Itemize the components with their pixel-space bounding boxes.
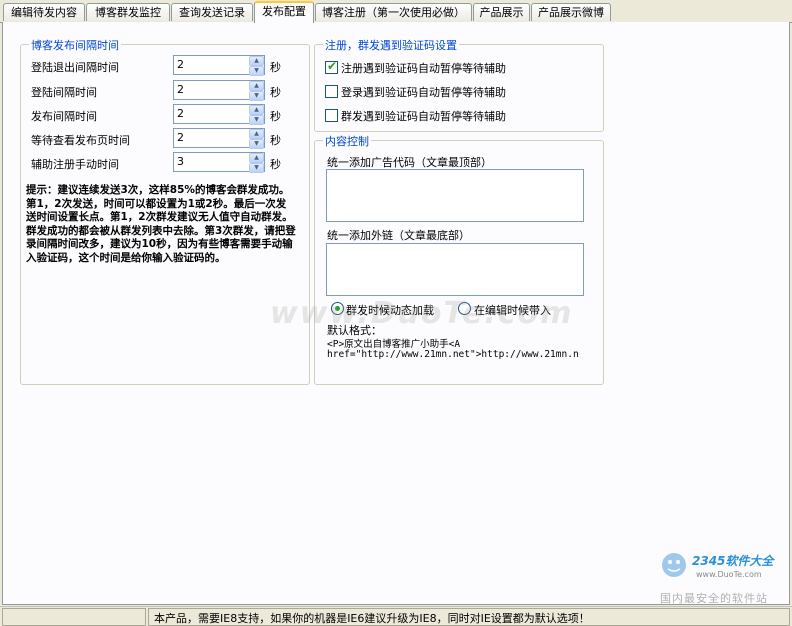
spin-up-icon[interactable]: ▲ [249,81,264,91]
brand-url: www.DuoTe.com [696,570,762,579]
interval-label-logout: 登陆退出间隔时间 [31,61,119,74]
captcha-group-title: 注册，群发遇到验证码设置 [323,37,459,53]
ad-code-label: 统一添加广告代码（文章最顶部） [327,156,492,169]
interval-spinner-logout[interactable]: 2 ▲ ▼ [173,55,265,76]
interval-spinner-value: 2 [177,131,184,144]
interval-label-publish: 发布间隔时间 [31,110,97,123]
spin-down-icon[interactable]: ▼ [249,66,264,76]
captcha-register-label[interactable]: 注册遇到验证码自动暂停等待辅助 [341,60,506,76]
interval-group-title: 博客发布间隔时间 [29,37,121,53]
captcha-login-checkbox[interactable] [325,85,338,98]
status-message: 本产品，需要IE8支持，如果你的机器是IE6建议升级为IE8，同时对IE设置都为… [154,612,590,625]
brand-logo: 2345软件大全 www.DuoTe.com 国内最安全的软件站 [652,548,792,605]
tab-monitor[interactable]: 博客群发监控 [86,3,170,21]
spin-up-icon[interactable]: ▲ [249,153,264,163]
status-bar: 本产品，需要IE8支持，如果你的机器是IE6建议升级为IE8，同时对IE设置都为… [0,606,792,626]
captcha-broadcast-checkbox[interactable] [325,109,338,122]
interval-spinner-value: 2 [177,58,184,71]
tab-publish-config[interactable]: 发布配置 [254,1,314,23]
interval-spinner-value: 3 [177,155,184,168]
tab-send-records[interactable]: 查询发送记录 [171,3,253,21]
watermark: www.DuoTe.com [270,296,574,331]
tab-edit-content[interactable]: 编辑待发内容 [3,3,85,21]
brand-slogan: 国内最安全的软件站 [660,592,768,605]
interval-spinner-login[interactable]: 2 ▲ ▼ [173,80,265,101]
spin-down-icon[interactable]: ▼ [249,139,264,149]
interval-spinner-value: 2 [177,83,184,96]
interval-tip-text: 提示：建议连续发送3次，这样85%的博客会群发成功。第1，2次发送，时间可以都设… [26,184,296,264]
mascot-icon [662,553,686,577]
interval-label-login: 登陆间隔时间 [31,86,97,99]
spin-up-icon[interactable]: ▲ [249,56,264,66]
spin-down-icon[interactable]: ▼ [249,91,264,101]
interval-spinner-value: 2 [177,107,184,120]
tab-products-weibo[interactable]: 产品展示微博 [531,3,611,21]
interval-spinner-register-manual[interactable]: 3 ▲ ▼ [173,152,265,173]
status-cell-message: 本产品，需要IE8支持，如果你的机器是IE6建议升级为IE8，同时对IE设置都为… [148,608,790,626]
spin-up-icon[interactable]: ▲ [249,105,264,115]
status-cell-empty [2,608,146,626]
outlink-label: 统一添加外链（文章最底部） [327,229,470,242]
checkmark-icon: ✔ [327,59,338,73]
content-group-title: 内容控制 [323,133,371,149]
spin-down-icon[interactable]: ▼ [249,163,264,173]
interval-spinner-publish[interactable]: 2 ▲ ▼ [173,104,265,125]
spin-down-icon[interactable]: ▼ [249,115,264,125]
default-format-line-1: <P>原文出自博客推广小助手<A [327,339,461,350]
captcha-broadcast-label[interactable]: 群发遇到验证码自动暂停等待辅助 [341,108,506,124]
spin-up-icon[interactable]: ▲ [249,129,264,139]
unit-label: 秒 [270,86,281,99]
brand-name: 2345软件大全 [692,554,774,568]
default-format-line-2: href="http://www.21mn.net">http://www.21… [327,349,579,360]
unit-label: 秒 [270,134,281,147]
tab-blog-register[interactable]: 博客注册（第一次使用必做） [315,3,472,21]
interval-spinner-wait-view[interactable]: 2 ▲ ▼ [173,128,265,149]
ad-code-textarea[interactable] [326,169,584,222]
captcha-login-label[interactable]: 登录遇到验证码自动暂停等待辅助 [341,84,506,100]
captcha-register-checkbox[interactable]: ✔ [325,59,338,74]
unit-label: 秒 [270,61,281,74]
tab-bar: 编辑待发内容 博客群发监控 查询发送记录 发布配置 博客注册（第一次使用必做） … [0,0,792,23]
outlink-textarea[interactable] [326,243,584,296]
unit-label: 秒 [270,110,281,123]
tab-products[interactable]: 产品展示 [473,3,530,21]
interval-label-register-manual: 辅助注册手动时间 [31,158,119,171]
unit-label: 秒 [270,158,281,171]
interval-label-wait-view: 等待查看发布页时间 [31,134,130,147]
